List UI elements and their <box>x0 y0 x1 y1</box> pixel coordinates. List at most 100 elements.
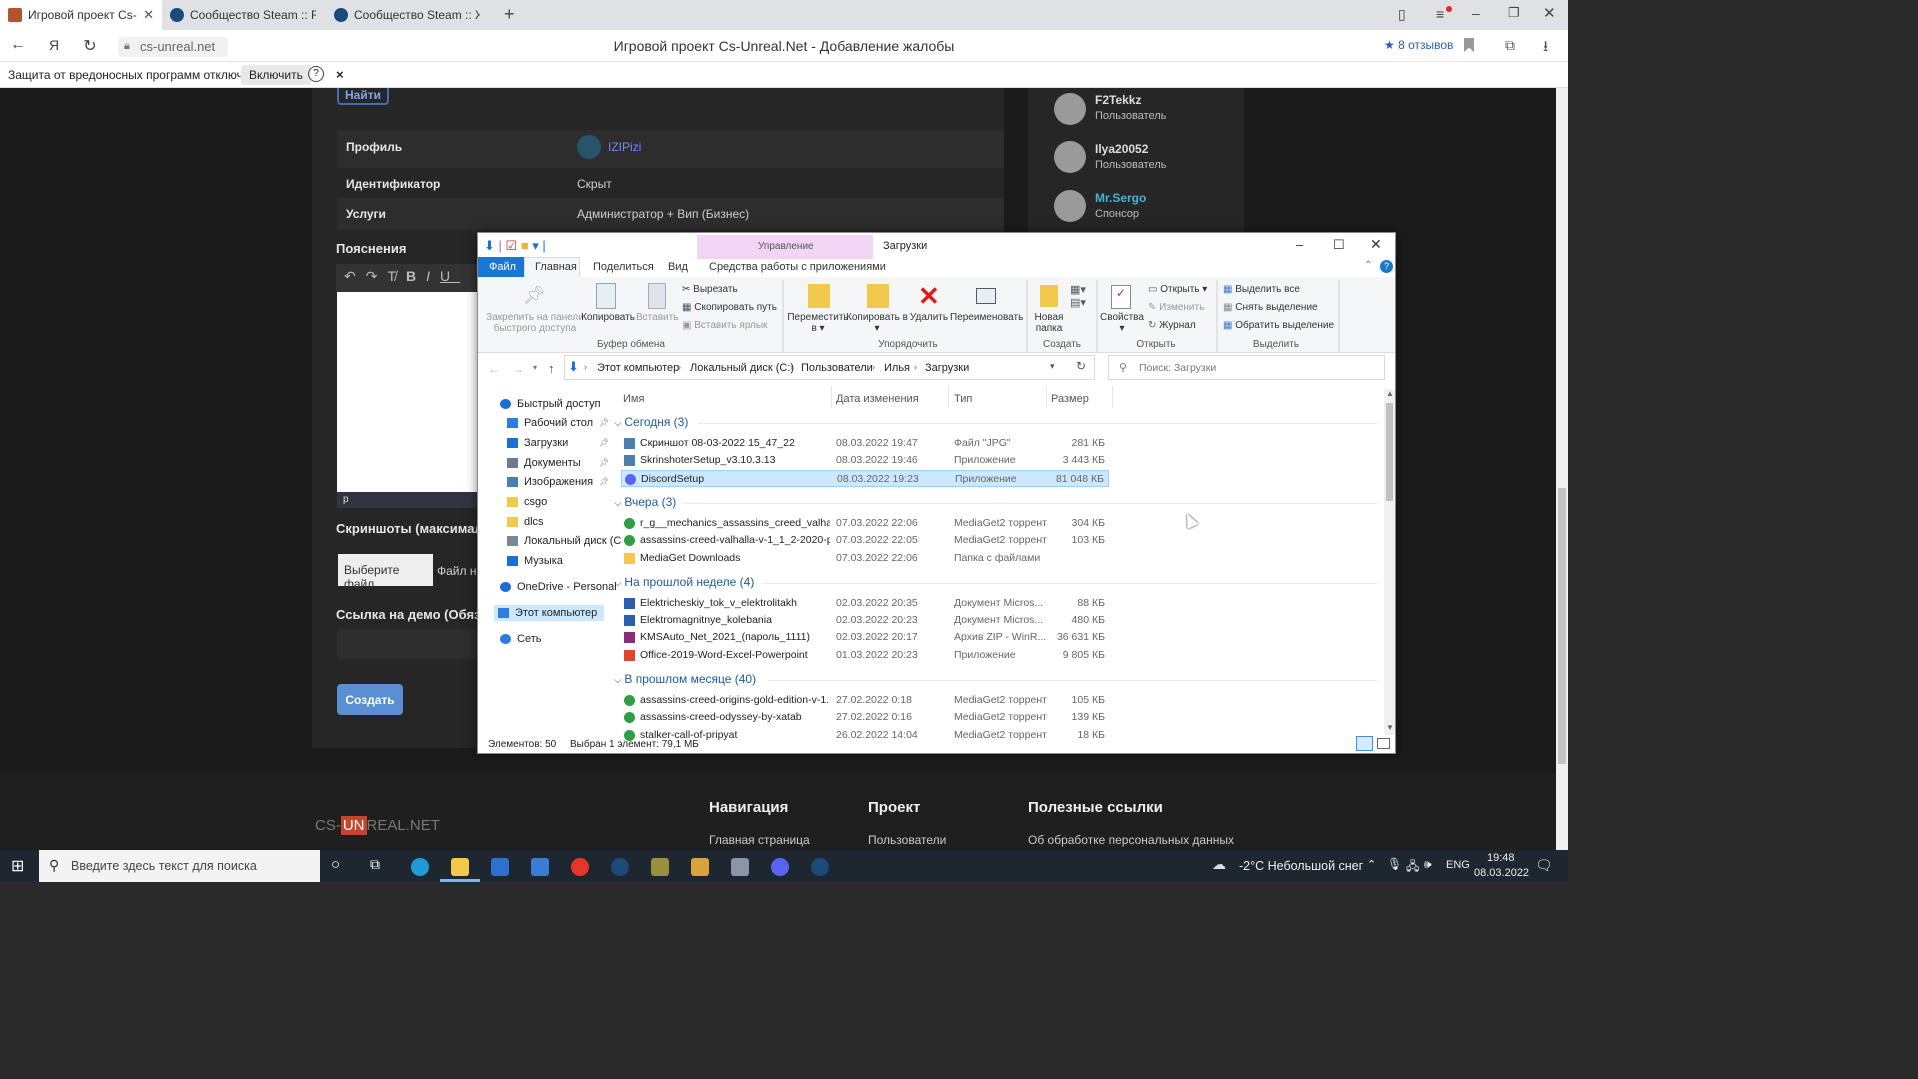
windows-start-icon[interactable]: ⊞ <box>11 856 24 876</box>
copy-path-button[interactable]: ▦ Скопировать путь <box>682 302 777 313</box>
app-icon[interactable] <box>651 858 669 876</box>
nav-item[interactable]: OneDrive - Personal <box>500 581 617 593</box>
column-type[interactable]: Тип <box>954 393 972 405</box>
close-tab-icon[interactable]: ✕ <box>143 7 154 23</box>
tab-steam-zhen[interactable]: Сообщество Steam :: Жен <box>326 0 488 30</box>
breadcrumb-item[interactable]: Илья <box>884 362 910 374</box>
chevron-down-icon[interactable]: ⌵ <box>614 498 624 509</box>
file-row[interactable]: DiscordSetup 08.03.2022 19:23 Приложение 81… <box>621 469 1109 487</box>
tab-cs-unreal[interactable]: Игровой проект Cs-Unreal.Net - Добавлени… <box>0 0 162 30</box>
cortana-icon[interactable]: ○ <box>331 856 340 873</box>
column-divider[interactable] <box>831 386 832 408</box>
clock-date[interactable]: 08.03.2022 <box>1474 867 1529 879</box>
app-tools-tab[interactable]: Средства работы с приложениями <box>709 261 886 273</box>
language-indicator[interactable]: ENG <box>1446 859 1470 871</box>
pin-icon[interactable]: 📌︎ <box>599 438 609 447</box>
footer-home-link[interactable]: Главная страница <box>709 833 810 847</box>
file-row[interactable]: Elektricheskiy_tok_v_elektrolitakh 02.03.… <box>621 595 1109 612</box>
history-button[interactable]: ↻ Журнал <box>1148 320 1196 331</box>
group-header[interactable]: ⌵ На прошлой неделе (4) <box>614 575 754 589</box>
select-none-button[interactable]: ▦ Снять выделение <box>1223 302 1318 313</box>
file-row[interactable]: KMSAuto_Net_2021_(пароль_1111) 02.03.2022… <box>621 629 1109 646</box>
help-icon[interactable]: ? <box>1380 260 1393 273</box>
column-divider[interactable] <box>1046 386 1047 408</box>
chevron-down-icon[interactable]: ⌵ <box>614 675 624 686</box>
italic-icon[interactable]: I <box>426 268 440 284</box>
column-divider[interactable] <box>948 386 949 408</box>
profile-link[interactable]: IZIPizi <box>608 140 641 154</box>
create-button[interactable]: Создать <box>337 684 403 715</box>
copy-to-button[interactable]: Копировать в ▾ <box>846 312 908 334</box>
column-name[interactable]: Имя <box>623 393 644 405</box>
group-header[interactable]: ⌵ Сегодня (3) <box>614 415 688 429</box>
nav-item[interactable]: Загрузки 📌︎ <box>507 437 609 449</box>
underline-icon[interactable]: U <box>440 268 460 284</box>
breadcrumb-item[interactable]: Этот компьютер <box>597 362 679 374</box>
file-row[interactable]: assassins-creed-valhalla-v-1_1_2-2020-pc… <box>621 532 1109 549</box>
steam-icon[interactable] <box>611 858 629 876</box>
file-row[interactable]: Elektromagnitnye_kolebania 02.03.2022 20:… <box>621 612 1109 629</box>
scroll-down-icon[interactable]: ▼ <box>1386 723 1394 732</box>
network-icon[interactable]: 🖧︎ <box>1406 857 1419 878</box>
chevron-down-icon[interactable]: ⌵ <box>614 578 624 589</box>
close-window-icon[interactable]: ✕ <box>1370 236 1382 253</box>
pin-quick-access-button[interactable]: Закрепить на панели быстрого доступа <box>482 312 588 334</box>
redo-icon[interactable]: ↷ <box>366 268 388 284</box>
file-row[interactable]: Скриншот 08-03-2022 15_47_22 08.03.2022 1… <box>621 435 1109 452</box>
back-icon[interactable]: ← <box>488 362 500 376</box>
file-list-scrollbar[interactable]: ▲ ▼ <box>1384 389 1395 735</box>
open-button[interactable]: ▭ Открыть ▾ <box>1148 284 1207 295</box>
file-row[interactable]: stalker-call-of-pripyat 26.02.2022 14:04 M… <box>621 727 1109 744</box>
weather-text[interactable]: -2°C Небольшой снег <box>1239 859 1363 873</box>
file-row[interactable]: assassins-creed-origins-gold-edition-v-1… <box>621 692 1109 709</box>
notifications-icon[interactable]: 🗨︎ <box>1535 857 1553 874</box>
task-view-icon[interactable]: ⧉ <box>370 856 380 873</box>
pin-icon[interactable]: 📌︎ <box>599 477 609 486</box>
pin-icon[interactable]: 📌︎ <box>599 458 609 467</box>
taskbar-search[interactable]: ⚲ Введите здесь текст для поиска <box>39 850 320 882</box>
column-divider[interactable] <box>1112 386 1113 408</box>
editor-area[interactable] <box>337 292 477 492</box>
refresh-icon[interactable]: ↻ <box>1076 359 1086 373</box>
clear-format-icon[interactable]: T̸ <box>387 268 406 284</box>
nav-item[interactable]: Сеть <box>500 633 541 645</box>
scrollbar-thumb[interactable] <box>1386 403 1393 501</box>
mail-icon[interactable] <box>531 858 549 876</box>
nav-item[interactable]: csgo <box>507 496 547 508</box>
demo-link-input[interactable] <box>337 629 477 659</box>
enable-protection-button[interactable]: Включить <box>241 65 311 85</box>
nav-item[interactable]: dlcs <box>507 516 544 528</box>
search-box[interactable]: ⚲ Поиск: Загрузки <box>1108 355 1385 380</box>
nav-item[interactable]: Музыка <box>507 555 563 567</box>
tab-steam-rich[interactable]: Сообщество Steam :: Rich <box>162 0 324 30</box>
breadcrumb-item[interactable]: Пользователи <box>801 362 873 374</box>
footer-logo[interactable]: CS- UN REAL.NET <box>315 816 440 835</box>
breadcrumb-item[interactable]: Локальный диск (C:) <box>690 362 794 374</box>
up-icon[interactable]: ↑ <box>548 361 555 376</box>
invert-selection-button[interactable]: ▦ Обратить выделение <box>1223 320 1334 331</box>
nav-item[interactable]: Рабочий стол 📌︎ <box>507 417 609 429</box>
maximize-icon[interactable]: ☐ <box>1333 237 1345 253</box>
column-size[interactable]: Размер <box>1051 393 1089 405</box>
column-date[interactable]: Дата изменения <box>836 393 919 405</box>
nav-item[interactable]: Этот компьютер <box>494 605 604 621</box>
delete-button[interactable]: Удалить <box>909 312 949 323</box>
steam-icon[interactable] <box>811 858 829 876</box>
edge-icon[interactable] <box>411 858 429 876</box>
mic-icon[interactable]: 🎙︎ <box>1387 857 1402 871</box>
footer-privacy-link[interactable]: Об обработке персональных данных <box>1028 833 1234 847</box>
group-header[interactable]: ⌵ Вчера (3) <box>614 495 676 509</box>
user-name[interactable]: Mr.Sergo <box>1095 191 1146 205</box>
user-name[interactable]: F2Tekkz <box>1095 93 1141 107</box>
group-header[interactable]: ⌵ В прошлом месяце (40) <box>614 672 756 686</box>
history-dropdown-icon[interactable]: ▾ <box>1050 361 1055 372</box>
volume-icon[interactable]: 🕪︎ <box>1424 857 1432 872</box>
scrollbar-thumb[interactable] <box>1558 488 1566 764</box>
restore-icon[interactable]: ❐ <box>1508 5 1520 21</box>
nav-item[interactable]: Изображения 📌︎ <box>507 476 609 488</box>
rename-button[interactable]: Переименовать <box>950 312 1023 323</box>
file-row[interactable]: MediaGet Downloads 07.03.2022 22:06 Папка … <box>621 550 1109 567</box>
address-breadcrumb[interactable]: ⬇ › Этот компьютер › Локальный диск (C:)… <box>564 355 1095 380</box>
breadcrumb-item[interactable]: Загрузки <box>925 362 969 374</box>
edit-button[interactable]: ✎ Изменить <box>1148 302 1204 313</box>
